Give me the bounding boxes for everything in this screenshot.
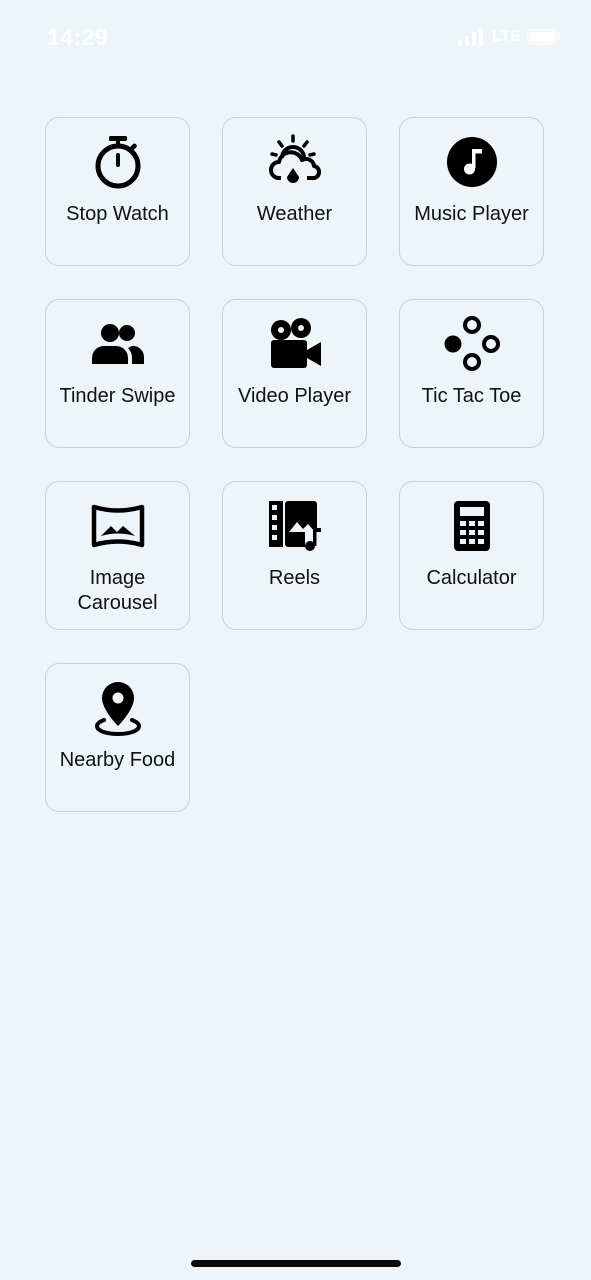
status-indicators: LTE [457,28,563,46]
status-time: 14:29 [47,24,109,50]
app-tile-tic-tac-toe[interactable]: Tic Tac Toe [399,299,544,448]
app-tile-label: Nearby Food [59,749,176,771]
signal-icon [457,28,483,46]
battery-icon [527,29,561,45]
app-tile-label: Reels [268,567,321,589]
app-tile-label: Image Carousel [77,567,158,614]
stopwatch-icon [90,134,146,190]
app-tile-label: Music Player [414,203,529,225]
app-tile-label: Tic Tac Toe [421,385,522,407]
app-tile-video-player[interactable]: Video Player [222,299,367,448]
app-tile-image-carousel[interactable]: Image Carousel [45,481,190,630]
app-tile-label: Weather [256,203,333,225]
app-tile-label: Stop Watch [66,203,169,225]
app-tile-nearby-food[interactable]: Nearby Food [45,663,190,812]
app-tile-stop-watch[interactable]: Stop Watch [45,117,190,266]
people-icon [90,316,146,372]
app-tile-tinder-swipe[interactable]: Tinder Swipe [45,299,190,448]
app-tile-calculator[interactable]: Calculator [399,481,544,630]
reels-icon [267,498,323,554]
calculator-icon [444,498,500,554]
status-bar: 14:29 LTE [0,0,591,76]
app-tile-weather[interactable]: Weather [222,117,367,266]
app-tile-music-player[interactable]: Music Player [399,117,544,266]
video-camera-icon [267,316,323,372]
panorama-icon [90,498,146,554]
app-tile-label: Calculator [426,567,517,589]
weather-icon [267,134,323,190]
app-tile-label: Tinder Swipe [59,385,176,407]
app-tile-label: Video Player [237,385,352,407]
app-tile-reels[interactable]: Reels [222,481,367,630]
music-note-icon [444,134,500,190]
location-pin-icon [90,680,146,736]
home-indicator[interactable] [191,1260,401,1267]
network-label: LTE [491,28,521,45]
game-circles-icon [444,316,500,372]
